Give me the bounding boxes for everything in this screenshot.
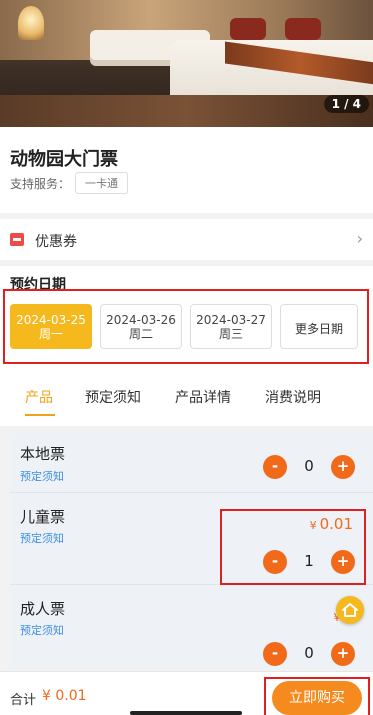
hero-pillow [230,18,266,40]
buy-now-button[interactable]: 立即购买 [272,681,362,715]
decrease-button[interactable]: - [263,642,287,666]
price-value: 0.01 [319,515,353,533]
bottom-bar: 合计 ¥ 0.01 立即购买 [0,671,373,715]
hero-lamp [18,6,44,40]
ticket-notice-link[interactable]: 预定须知 [20,468,64,484]
hero-floor [0,95,373,127]
quantity-stepper: - 1 + [263,550,355,574]
tab-active-indicator [25,414,55,416]
tab-consumption-notes[interactable]: 消费说明 [265,387,321,407]
tab-product[interactable]: 产品 [25,387,53,407]
gallery-counter: 1 / 4 [323,95,369,113]
product-info: 动物园大门票 支持服务： 一卡通 [0,127,373,213]
hero-image[interactable]: 1 / 4 [0,0,373,127]
ticket-name: 本地票 [20,445,66,463]
coupon-label: 优惠券 [35,234,77,250]
home-icon [342,603,358,617]
home-indicator [130,711,242,715]
chevron-right-icon: › [356,229,363,248]
increase-button[interactable]: + [331,455,355,479]
decrease-button[interactable]: - [263,455,287,479]
quantity-value: 1 [304,552,314,570]
ticket-notice-link[interactable]: 预定须知 [20,530,64,546]
quantity-value: 0 [304,644,314,662]
coupon-row[interactable]: 优惠券 › [0,219,373,260]
ticket-notice-link[interactable]: 预定须知 [20,622,64,638]
weekday-text: 周三 [218,327,243,341]
more-dates-button[interactable]: 更多日期 [280,304,358,349]
date-option[interactable]: 2024-03-25 周一 [10,304,92,349]
booking-title: 预约日期 [10,277,66,293]
date-text: 2024-03-25 [16,313,86,327]
increase-button[interactable]: + [331,550,355,574]
hero-pillow [285,18,321,40]
date-text: 2024-03-26 [106,313,176,327]
weekday-text: 周二 [128,327,153,341]
product-title: 动物园大门票 [10,149,118,170]
ticket-name: 儿童票 [20,508,66,526]
increase-button[interactable]: + [331,642,355,666]
home-button[interactable] [336,596,364,624]
total-value: ¥ 0.01 [42,688,87,704]
support-tag: 一卡通 [75,172,128,194]
coupon-icon [10,233,24,246]
currency-symbol: ¥ [309,519,317,532]
decrease-button[interactable]: - [263,550,287,574]
tab-bar: 产品 预定须知 产品详情 消费说明 [0,370,373,426]
support-label: 支持服务： [10,177,71,191]
total-label: 合计 [10,693,37,708]
more-dates-label: 更多日期 [294,322,343,336]
ticket-row: 成人票 预定须知 ¥1 - 0 + [10,585,373,669]
tab-product-details[interactable]: 产品详情 [175,387,231,407]
quantity-stepper: - 0 + [263,642,355,666]
date-option[interactable]: 2024-03-27 周三 [190,304,272,349]
ticket-name: 成人票 [20,600,66,618]
booking-section: 预约日期 2024-03-25 周一 2024-03-26 周二 2024-03… [0,266,373,370]
tab-booking-notice[interactable]: 预定须知 [85,387,141,407]
date-option[interactable]: 2024-03-26 周二 [100,304,182,349]
ticket-list: 本地票 预定须知 - 0 + 儿童票 预定须知 ¥0.01 - 1 + 成人票 … [10,433,373,669]
quantity-value: 0 [304,457,314,475]
weekday-text: 周一 [38,327,63,341]
ticket-row: 儿童票 预定须知 ¥0.01 - 1 + [10,493,373,585]
quantity-stepper: - 0 + [263,455,355,479]
ticket-row: 本地票 预定须知 - 0 + [10,433,373,493]
date-text: 2024-03-27 [196,313,266,327]
ticket-price: ¥0.01 [310,515,353,533]
